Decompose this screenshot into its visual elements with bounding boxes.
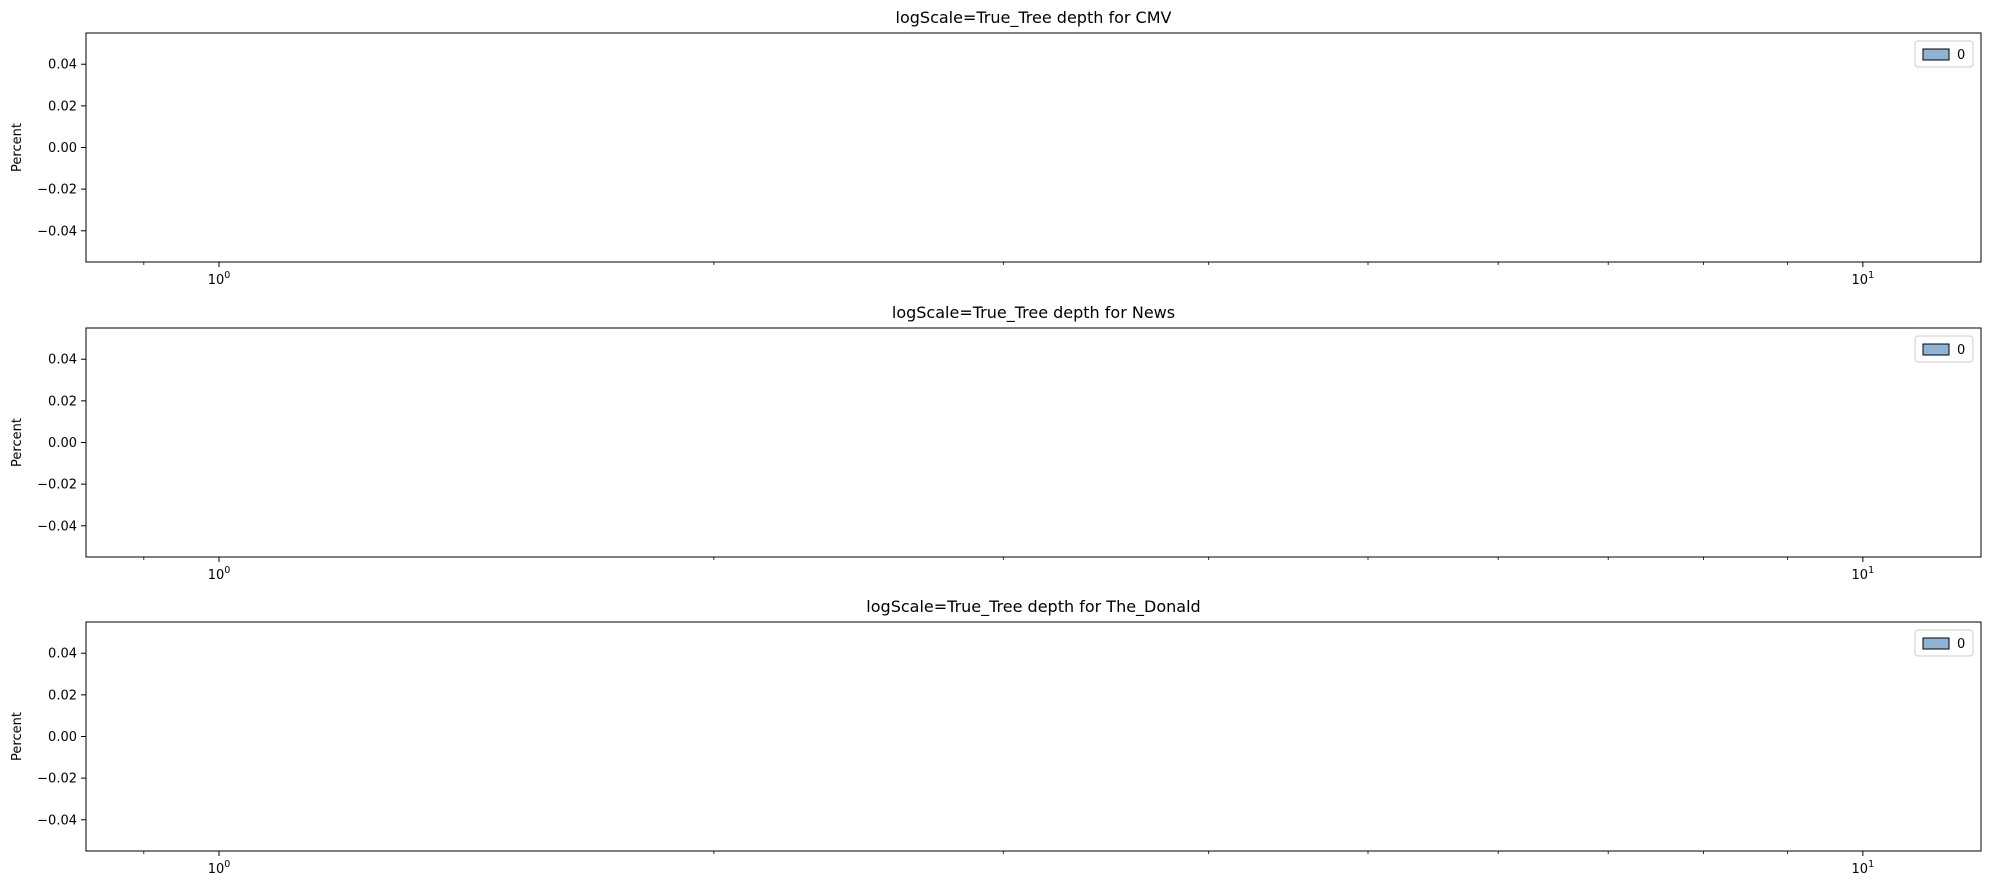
axes-frame xyxy=(85,327,1982,558)
legend-swatch xyxy=(1922,343,1950,356)
y-tick-label: 0.02 xyxy=(48,688,77,703)
x-tick-label: 100 xyxy=(208,270,231,288)
legend: 0 xyxy=(1914,335,1974,363)
y-tick-label: −0.04 xyxy=(37,813,77,828)
legend-label: 0 xyxy=(1957,343,1965,358)
x-tick-label: 101 xyxy=(1852,859,1875,877)
axes-frame xyxy=(85,32,1982,263)
legend-label: 0 xyxy=(1957,48,1965,63)
y-tick-label: 0.00 xyxy=(48,730,77,745)
axes-frame xyxy=(85,621,1982,852)
y-tick-label: −0.02 xyxy=(37,478,77,493)
y-tick-label: −0.02 xyxy=(37,772,77,787)
legend: 0 xyxy=(1914,629,1974,657)
y-tick-label: 0.04 xyxy=(48,647,77,662)
chart-title: logScale=True_Tree depth for The_Donald xyxy=(866,597,1200,617)
y-axis-label: Percent xyxy=(10,418,25,467)
y-axis-label: Percent xyxy=(10,123,25,172)
y-axis-label: Percent xyxy=(10,712,25,761)
legend: 0 xyxy=(1914,40,1974,68)
chart-title: logScale=True_Tree depth for News xyxy=(892,303,1175,323)
figure: logScale=True_Tree depth for CMV Percent 0… xyxy=(10,8,1982,877)
y-tick-label: 0.04 xyxy=(48,353,77,368)
x-tick-label: 100 xyxy=(208,565,231,583)
x-tick-label: 100 xyxy=(208,859,231,877)
y-tick-label: 0.00 xyxy=(48,141,77,156)
legend-swatch xyxy=(1922,637,1950,650)
subplot-3: logScale=True_Tree depth for The_Donald P… xyxy=(10,597,1982,877)
x-tick-label: 101 xyxy=(1852,565,1875,583)
y-tick-label: 0.02 xyxy=(48,394,77,409)
legend-swatch xyxy=(1922,48,1950,61)
subplot-2: logScale=True_Tree depth for News Percent… xyxy=(10,303,1982,583)
x-tick-label: 101 xyxy=(1852,270,1875,288)
subplot-1: logScale=True_Tree depth for CMV Percent 0… xyxy=(10,8,1982,288)
y-tick-label: 0.00 xyxy=(48,436,77,451)
legend-label: 0 xyxy=(1957,637,1965,652)
y-tick-label: −0.04 xyxy=(37,519,77,534)
y-tick-label: 0.02 xyxy=(48,99,77,114)
y-tick-label: −0.02 xyxy=(37,183,77,198)
y-tick-label: 0.04 xyxy=(48,58,77,73)
y-tick-label: −0.04 xyxy=(37,224,77,239)
chart-title: logScale=True_Tree depth for CMV xyxy=(896,8,1172,28)
